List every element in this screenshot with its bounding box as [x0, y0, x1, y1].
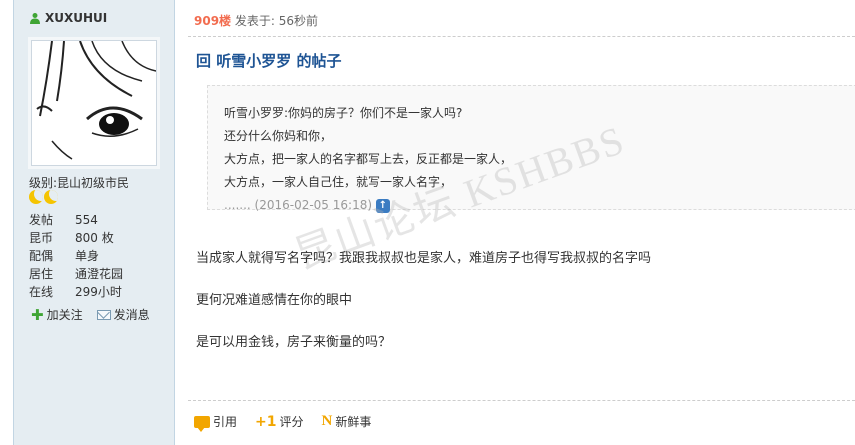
stat-value: 单身 [75, 249, 100, 263]
avatar-sketch [36, 40, 157, 160]
quote-meta-line: ....... (2016-02-05 16:18) ↑ [224, 194, 512, 217]
quote-meta: ....... (2016-02-05 16:18) [224, 198, 373, 212]
news-label[interactable]: 新鲜事 [335, 413, 371, 430]
quote-line: 大方点，一家人自己住，就写一家人名字， [224, 175, 453, 189]
stat-value[interactable]: 554 [75, 211, 98, 229]
stat-label: 配偶 [29, 249, 54, 263]
stat-label: 昆币 [29, 231, 54, 245]
plus-icon: ✚ [31, 305, 44, 324]
stat-value: 800 枚 [75, 231, 114, 245]
rate-button[interactable]: +1 评分 [255, 413, 304, 430]
plus-one-icon: +1 [255, 413, 277, 430]
follow-button[interactable]: ✚ 加关注 [31, 306, 83, 323]
rate-label[interactable]: 评分 [280, 413, 304, 430]
stat-spouse: 配偶 单身 [29, 247, 123, 265]
user-stats: 发帖 554 昆币 800 枚 配偶 单身 居住 通澄花园 在线 299小时 [29, 211, 123, 301]
stat-coins: 昆币 800 枚 [29, 229, 123, 247]
user-level: 级别:昆山初级市民 [29, 174, 129, 191]
username-text[interactable]: XUXUHUI [45, 11, 107, 25]
post-actions: 引用 +1 评分 N 新鲜事 [194, 413, 372, 432]
news-icon: N [321, 413, 333, 429]
stat-value: 通澄花园 [75, 267, 124, 281]
body-paragraph: 当成家人就得写名字吗？我跟我叔叔也是家人，难道房子也得写我叔叔的名字吗 [196, 251, 652, 266]
user-sidebar: XUXUHUI 级别:昆山初级市民 发帖 554 昆币 800 枚 配偶 单身 … [13, 0, 175, 445]
stat-residence: 居住 通澄花园 [29, 265, 123, 283]
stat-online: 在线 299小时 [29, 283, 123, 301]
stat-label: 发帖 [29, 213, 54, 227]
jump-back-icon[interactable]: ↑ [375, 198, 390, 213]
quote-line: 听雪小罗罗:你妈的房子？你们不是一家人吗? [224, 106, 463, 120]
quote-line: 还分什么你妈和你， [224, 129, 333, 143]
quote-lines: 听雪小罗罗:你妈的房子？你们不是一家人吗? 还分什么你妈和你， 大方点，把一家人… [224, 102, 512, 217]
divider [188, 36, 855, 37]
avatar[interactable] [31, 40, 157, 166]
news-button[interactable]: N 新鲜事 [322, 413, 372, 430]
stat-value: 299小时 [75, 285, 122, 299]
quote-label[interactable]: 引用 [213, 413, 237, 430]
stat-label: 在线 [29, 285, 54, 299]
quote-line: 大方点，把一家人的名字都写上去，反正都是一家人， [224, 152, 513, 166]
follow-label[interactable]: 加关注 [47, 306, 83, 323]
stat-label: 居住 [29, 267, 54, 281]
post-header: 909楼 发表于: 56秒前 [194, 12, 318, 29]
post-body: 当成家人就得写名字吗？我跟我叔叔也是家人，难道房子也得写我叔叔的名字吗 更何况难… [196, 249, 651, 375]
body-paragraph: 是可以用金钱，房子来衡量的吗？ [196, 335, 392, 350]
message-button[interactable]: 发消息 [96, 306, 150, 323]
quote-button[interactable]: 引用 [194, 413, 237, 432]
moon-icon [29, 190, 43, 204]
divider [188, 400, 855, 401]
floor-number[interactable]: 909楼 [194, 14, 231, 28]
user-icon [30, 13, 40, 24]
level-label: 级别: [29, 176, 58, 190]
stat-posts: 发帖 554 [29, 211, 123, 229]
message-label[interactable]: 发消息 [114, 306, 150, 323]
mail-icon [96, 309, 111, 320]
posted-prefix: 发表于: [234, 14, 275, 28]
level-link[interactable]: 昆山初级市民 [57, 176, 129, 190]
quote-block: 听雪小罗罗:你妈的房子？你们不是一家人吗? 还分什么你妈和你， 大方点，把一家人… [207, 85, 855, 213]
moon-icon [44, 190, 58, 204]
quote-icon [194, 415, 210, 432]
post-title: 回 听雪小罗罗 的帖子 [196, 52, 342, 70]
body-paragraph: 更何况难道感情在你的眼中 [196, 293, 353, 308]
username[interactable]: XUXUHUI [29, 11, 107, 25]
posted-time: 56秒前 [278, 14, 319, 28]
user-actions: ✚ 加关注 发消息 [31, 306, 150, 323]
level-moons [29, 190, 58, 204]
